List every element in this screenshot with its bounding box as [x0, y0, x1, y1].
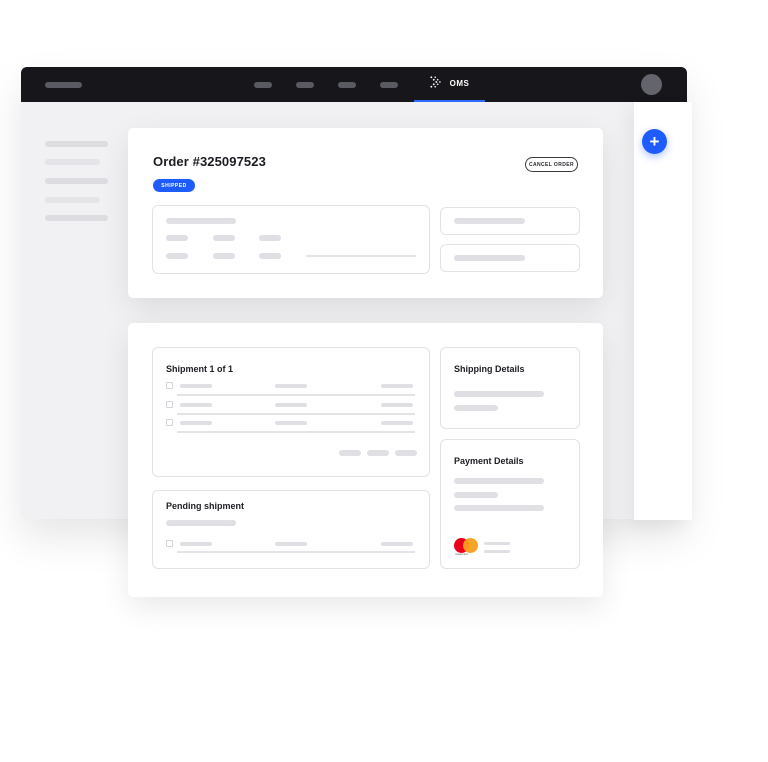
add-button[interactable]: +	[642, 129, 667, 154]
checkbox-icon[interactable]	[166, 419, 173, 426]
divider	[177, 551, 415, 553]
placeholder-text	[454, 218, 525, 224]
app-brand-placeholder[interactable]	[45, 82, 82, 88]
sidebar-item-5[interactable]	[45, 215, 108, 221]
nav-tab-2[interactable]	[296, 82, 314, 88]
pending-shipment-title: Pending shipment	[166, 501, 245, 511]
cancel-order-button[interactable]: CANCEL ORDER	[525, 157, 578, 172]
action-pill[interactable]	[339, 450, 361, 456]
sidebar-item-3[interactable]	[45, 178, 108, 184]
placeholder-text	[484, 542, 510, 545]
card-brand-label: mastercard	[455, 553, 468, 556]
mastercard-icon: mastercard	[454, 538, 478, 556]
placeholder-text	[484, 550, 510, 553]
placeholder-text	[259, 253, 281, 259]
placeholder-text	[213, 253, 235, 259]
right-rail-panel	[634, 102, 692, 520]
shipment-box: Shipment 1 of 1	[152, 347, 430, 477]
top-navigation-bar: OMS	[21, 67, 687, 102]
payment-details-title: Payment Details	[454, 456, 524, 466]
page-title: Order #325097523	[153, 154, 266, 169]
checkbox-icon[interactable]	[166, 540, 173, 547]
checkbox-icon[interactable]	[166, 382, 173, 389]
placeholder-text	[381, 542, 413, 546]
nav-tab-3[interactable]	[338, 82, 356, 88]
sidebar-item-1[interactable]	[45, 141, 108, 147]
placeholder-text	[381, 421, 413, 425]
user-avatar[interactable]	[641, 74, 662, 95]
order-info-box	[152, 205, 430, 274]
order-side-box-1	[440, 207, 580, 235]
divider	[177, 431, 415, 433]
placeholder-text	[454, 391, 544, 397]
pending-shipment-box: Pending shipment	[152, 490, 430, 569]
placeholder-text	[180, 542, 212, 546]
placeholder-text	[275, 384, 307, 388]
placeholder-text	[180, 421, 212, 425]
placeholder-text	[381, 384, 413, 388]
sidebar-item-2[interactable]	[45, 159, 100, 165]
action-pill[interactable]	[395, 450, 417, 456]
nav-tab-4[interactable]	[380, 82, 398, 88]
placeholder-text	[166, 235, 188, 241]
divider	[177, 413, 415, 415]
shipment-title: Shipment 1 of 1	[166, 364, 234, 374]
placeholder-text	[166, 520, 236, 526]
oms-tab-label: OMS	[449, 79, 470, 88]
status-badge: SHIPPED	[153, 179, 195, 192]
nav-tab-oms[interactable]: OMS	[414, 67, 485, 102]
placeholder-text	[454, 255, 525, 261]
placeholder-text	[454, 492, 498, 498]
action-pill[interactable]	[367, 450, 389, 456]
placeholder-text	[275, 542, 307, 546]
placeholder-text	[381, 403, 413, 407]
placeholder-text	[166, 253, 188, 259]
placeholder-text	[275, 403, 307, 407]
order-summary-card: Order #325097523 SHIPPED CANCEL ORDER	[128, 128, 603, 298]
nav-tab-1[interactable]	[254, 82, 272, 88]
order-side-box-2	[440, 244, 580, 272]
placeholder-text	[259, 235, 281, 241]
divider	[177, 394, 415, 396]
placeholder-text	[454, 505, 544, 511]
placeholder-text	[166, 218, 236, 224]
placeholder-text	[454, 478, 544, 484]
sidebar-item-4[interactable]	[45, 197, 100, 203]
placeholder-text	[454, 405, 498, 411]
shipments-card: Shipment 1 of 1 Pending shipment Shippin…	[128, 323, 603, 597]
shipping-details-box: Shipping Details	[440, 347, 580, 429]
plus-icon: +	[649, 132, 660, 151]
shipping-details-title: Shipping Details	[454, 364, 525, 374]
divider	[306, 255, 416, 257]
placeholder-text	[275, 421, 307, 425]
oms-logo-icon	[429, 75, 442, 93]
placeholder-text	[180, 403, 212, 407]
placeholder-text	[213, 235, 235, 241]
payment-details-box: Payment Details mastercard	[440, 439, 580, 569]
checkbox-icon[interactable]	[166, 401, 173, 408]
placeholder-text	[180, 384, 212, 388]
